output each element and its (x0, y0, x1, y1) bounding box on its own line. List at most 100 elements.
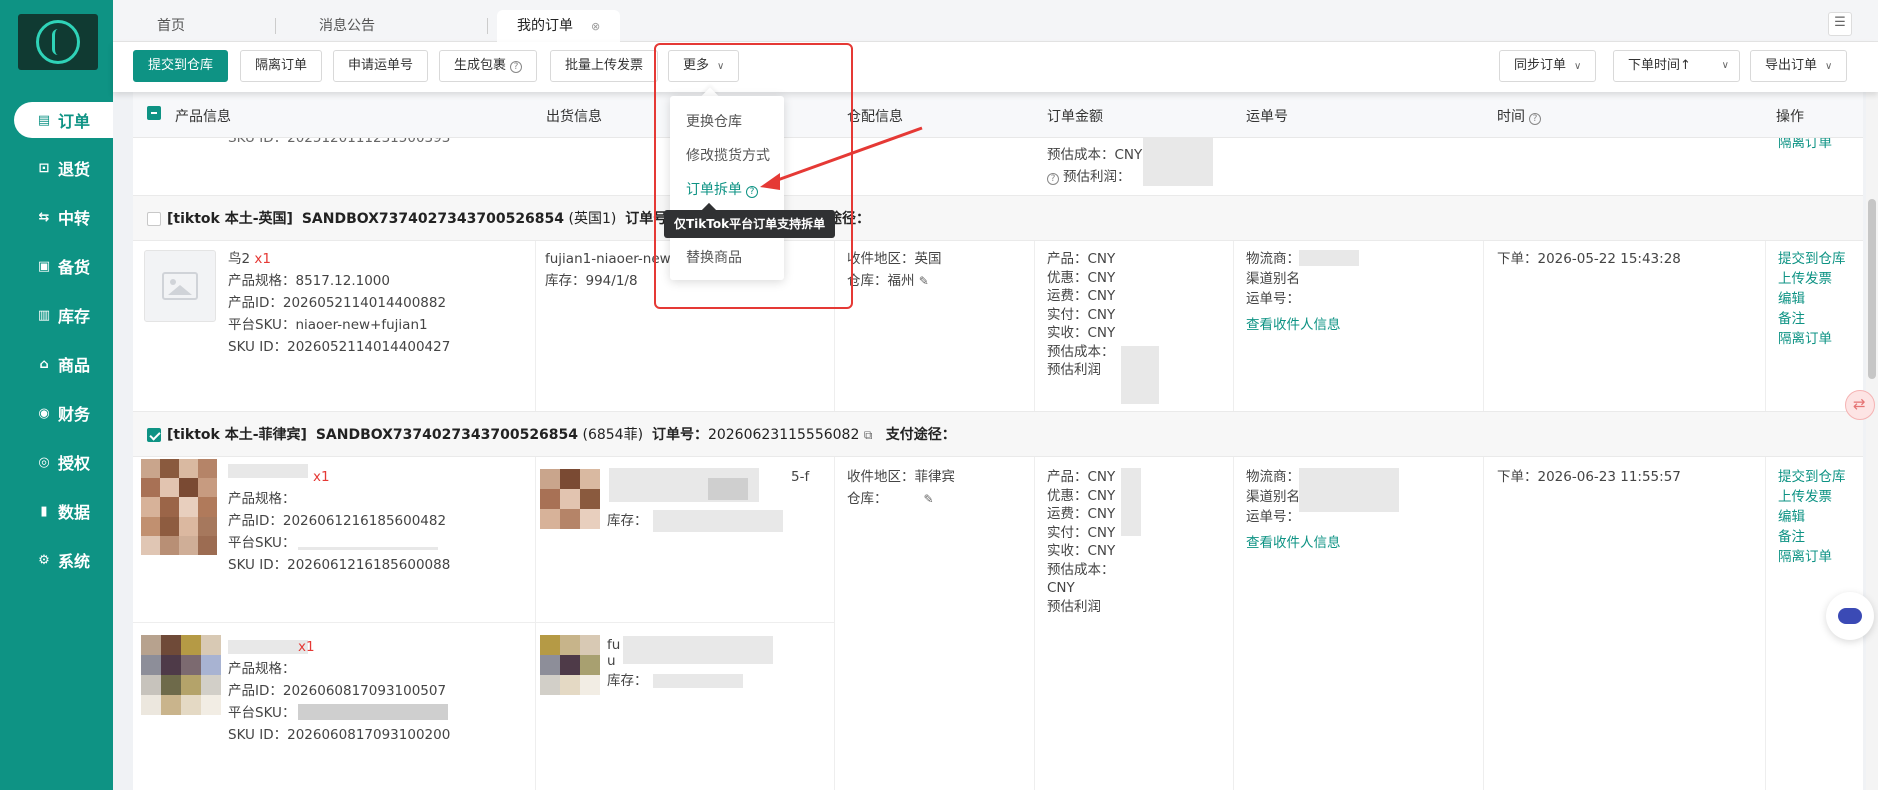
tab-my-orders[interactable]: 我的订单 ⊗ (497, 10, 621, 42)
logistics-line: 运单号： (1246, 291, 1300, 307)
tab-home[interactable]: 首页 (137, 10, 205, 42)
product-id: 产品ID：2026052114014400882 (228, 295, 447, 311)
authorize-icon: ◎ (38, 454, 50, 470)
logistics-line: 渠道别名 (1246, 271, 1300, 287)
product-id: 产品ID：2026061216185600482 (228, 513, 447, 529)
menu-item-replace-product[interactable]: 替换商品 (686, 247, 742, 267)
platform-sku: 平台SKU： (228, 705, 296, 721)
header-time: 时间? (1497, 106, 1541, 126)
help-icon: ? (510, 61, 523, 73)
warehouse-value: 仓库：福州 ✎ (847, 270, 929, 292)
generate-package-button[interactable]: 生成包裹? (439, 50, 538, 82)
redacted-block (298, 704, 448, 720)
select-all-checkbox[interactable] (147, 106, 161, 120)
system-gear-icon: ⚙ (38, 552, 50, 568)
scrollbar-thumb[interactable] (1868, 199, 1876, 379)
product-qty: x1 (313, 469, 330, 485)
sidebar-item-4[interactable]: ▥ 库存 (14, 297, 110, 333)
sidebar-item-label: 退货 (58, 160, 91, 179)
edit-pencil-icon[interactable]: ✎ (924, 492, 934, 506)
pay-label-text: 支付途径： (885, 427, 956, 443)
logistics-line: 物流商： (1246, 251, 1300, 267)
menu-toggle-icon[interactable]: ☰ (1828, 12, 1852, 36)
help-icon: ? (1529, 113, 1541, 125)
product-id: 产品ID：2026060817093100507 (228, 683, 447, 699)
sidebar-item-label: 授权 (58, 454, 91, 473)
translate-icon[interactable]: ⇄ (1845, 390, 1875, 420)
bar-chart-icon: ▮ (40, 503, 48, 519)
isolate-order-button[interactable]: 隔离订单 (240, 50, 323, 82)
export-order-button[interactable]: 导出订单 ∨ (1750, 50, 1848, 82)
redacted-block (298, 547, 438, 550)
product-image (540, 635, 600, 695)
action-link[interactable]: 上传发票 (1778, 268, 1832, 290)
redacted-block (1299, 468, 1399, 512)
sidebar-item-8[interactable]: ▮ 数据 (14, 493, 110, 529)
view-recipient-link[interactable]: 查看收件人信息 (1246, 314, 1341, 336)
sidebar-item-label: 财务 (58, 405, 91, 424)
edit-pencil-icon[interactable]: ✎ (919, 274, 929, 288)
order-time: 下单：2026-06-23 11:55:57 (1497, 469, 1681, 485)
sidebar-item-7[interactable]: ◎ 授权 (14, 444, 110, 480)
sidebar-item-3[interactable]: ▣ 备货 (14, 248, 110, 284)
more-button[interactable]: 更多 ∨ (668, 50, 740, 82)
shopping-bag-icon: ⌂ (39, 356, 49, 372)
sidebar-item-6[interactable]: ◉ 财务 (14, 395, 110, 431)
action-link[interactable]: 备注 (1778, 526, 1805, 548)
ship-name-line2: u (607, 653, 616, 669)
partial-est-profit: ? 预估利润： (1047, 166, 1131, 188)
sync-order-button[interactable]: 同步订单 ∨ (1499, 50, 1597, 82)
action-link[interactable]: 备注 (1778, 308, 1805, 330)
chat-bot-icon[interactable] (1826, 592, 1874, 640)
action-link[interactable]: 提交到仓库 (1778, 248, 1846, 270)
shop-id: SANDBOX7374027343700526854 (301, 211, 565, 227)
redacted-block (1299, 250, 1359, 266)
sidebar-item-label: 商品 (58, 356, 91, 375)
header-product: 产品信息 (175, 109, 231, 125)
toolbar: 提交到仓库 隔离订单 申请运单号 生成包裹? 批量上传发票 更多 ∨ 同步订单 ∨ … (113, 42, 1878, 92)
vertical-scrollbar[interactable] (1866, 92, 1878, 790)
sidebar-item-0[interactable]: ▤ 订单 (14, 102, 113, 138)
apply-waybill-button[interactable]: 申请运单号 (333, 50, 429, 82)
copy-icon[interactable]: ⧉ (864, 428, 873, 442)
order-time-sort-select[interactable]: 下单时间↑ ∨ (1613, 50, 1740, 82)
action-link[interactable]: 隔离订单 (1778, 328, 1832, 350)
tab-announcements[interactable]: 消息公告 (299, 10, 395, 42)
menu-item-change-warehouse[interactable]: 更换仓库 (686, 111, 742, 131)
submit-to-warehouse-button[interactable]: 提交到仓库 (133, 50, 229, 82)
action-link[interactable]: 提交到仓库 (1778, 466, 1846, 488)
product-spec: 产品规格： (228, 491, 296, 507)
action-link[interactable]: 上传发票 (1778, 486, 1832, 508)
sidebar-item-1[interactable]: ⊡ 退货 (14, 150, 110, 186)
redacted-block (623, 636, 773, 664)
product-qty: x1 (254, 251, 271, 267)
product-spec: 产品规格：8517.12.1000 (228, 273, 390, 289)
sidebar-item-2[interactable]: ⇆ 中转 (14, 199, 110, 235)
action-link[interactable]: 隔离订单 (1778, 546, 1832, 568)
product-thumbnail (144, 250, 216, 322)
sidebar-item-5[interactable]: ⌂ 商品 (14, 346, 110, 382)
ship-name: fujian1-niaoer-new (545, 251, 671, 267)
sidebar-item-9[interactable]: ⚙ 系统 (14, 542, 110, 578)
order-store-info: [tiktok 本土-英国] SANDBOX737402734370052685… (167, 208, 717, 228)
sidebar-item-label: 中转 (58, 209, 91, 228)
partial-est-cost: 预估成本：CNY (1047, 147, 1143, 163)
sidebar-item-label: 系统 (58, 552, 91, 571)
header-shipping: 出货信息 (546, 109, 602, 125)
view-recipient-link[interactable]: 查看收件人信息 (1246, 532, 1341, 554)
action-link[interactable]: 编辑 (1778, 288, 1805, 310)
batch-upload-invoice-button[interactable]: 批量上传发票 (550, 50, 659, 82)
menu-item-split-order[interactable]: 订单拆单? (686, 179, 758, 199)
order-no: 20260623115556082 (707, 427, 860, 443)
order-store-info: [tiktok 本土-菲律宾] SANDBOX73740273437005268… (167, 424, 956, 444)
sku-id: SKU ID：2026060817093100200 (228, 727, 451, 743)
product-image (141, 635, 221, 715)
order-checkbox[interactable] (147, 212, 161, 226)
sidebar-item-label: 备货 (58, 258, 91, 277)
order-checkbox[interactable] (147, 428, 161, 442)
ship-stock: 库存： (607, 673, 648, 689)
tab-my-orders-label: 我的订单 (517, 18, 573, 34)
more-label: 更多 (683, 58, 710, 73)
action-link[interactable]: 编辑 (1778, 506, 1805, 528)
close-icon[interactable]: ⊗ (591, 20, 600, 33)
